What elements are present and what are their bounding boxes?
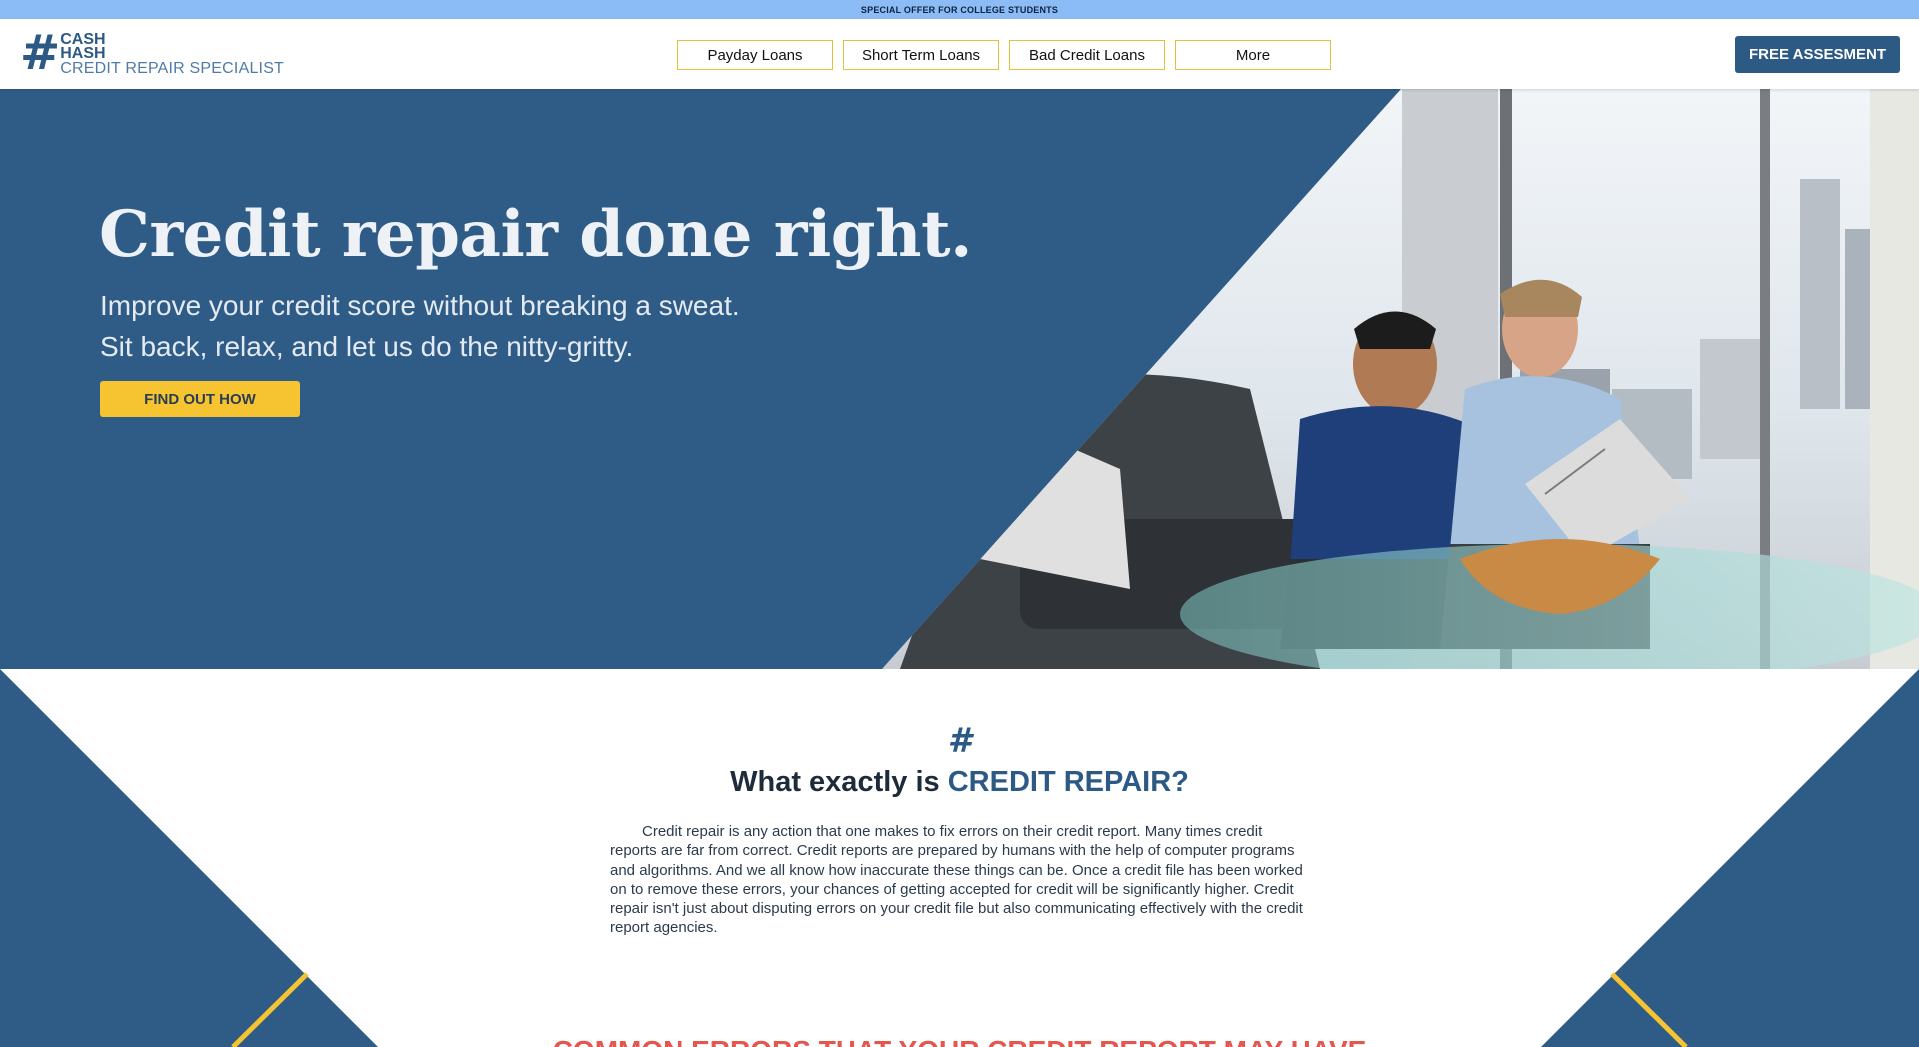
hero-subtitle-line-1: Improve your credit score without breaki…: [100, 290, 740, 321]
nav-item-bad-credit-loans[interactable]: Bad Credit Loans: [1009, 40, 1165, 70]
common-errors-heading: COMMON ERRORS THAT YOUR CREDIT REPORT MA…: [0, 1035, 1919, 1047]
credit-repair-section: # What exactly is CREDIT REPAIR? Credit …: [0, 669, 1919, 1047]
find-out-how-button[interactable]: FIND OUT HOW: [100, 381, 300, 417]
hero-subtitle-line-2: Sit back, relax, and let us do the nitty…: [100, 331, 634, 362]
nav-item-payday-loans[interactable]: Payday Loans: [677, 40, 833, 70]
section-title-prefix: What exactly is: [730, 766, 948, 798]
logo-tagline: CREDIT REPAIR SPECIALIST: [60, 60, 285, 77]
section-title: What exactly is CREDIT REPAIR?: [0, 766, 1919, 799]
hero-photo: [882, 89, 1919, 669]
promo-text[interactable]: SPECIAL OFFER FOR COLLEGE STUDENTS: [861, 5, 1058, 15]
main-nav: Payday Loans Short Term Loans Bad Credit…: [677, 40, 1331, 70]
promo-bar[interactable]: SPECIAL OFFER FOR COLLEGE STUDENTS: [0, 0, 1919, 19]
free-assessment-button[interactable]: FREE ASSESMENT: [1735, 36, 1900, 73]
section-hash-icon: #: [947, 721, 972, 761]
section-body-text: Credit repair is any action that one mak…: [610, 823, 1303, 937]
logo-wordmark: CASH HASH CREDIT REPAIR SPECIALIST: [60, 32, 285, 77]
logo-line-hash: HASH: [60, 45, 106, 62]
hash-logo-icon: #: [20, 25, 60, 81]
hero-section: Credit repair done right. Improve your c…: [0, 89, 1919, 669]
hero-subtitle: Improve your credit score without breaki…: [100, 285, 740, 367]
site-logo[interactable]: # CASH HASH CREDIT REPAIR SPECIALIST: [20, 25, 285, 81]
hero-title: Credit repair done right.: [99, 197, 972, 272]
nav-item-short-term-loans[interactable]: Short Term Loans: [843, 40, 999, 70]
site-header: # CASH HASH CREDIT REPAIR SPECIALIST Pay…: [0, 19, 1919, 89]
nav-item-more[interactable]: More: [1175, 40, 1331, 70]
section-title-accent: CREDIT REPAIR?: [947, 766, 1189, 798]
